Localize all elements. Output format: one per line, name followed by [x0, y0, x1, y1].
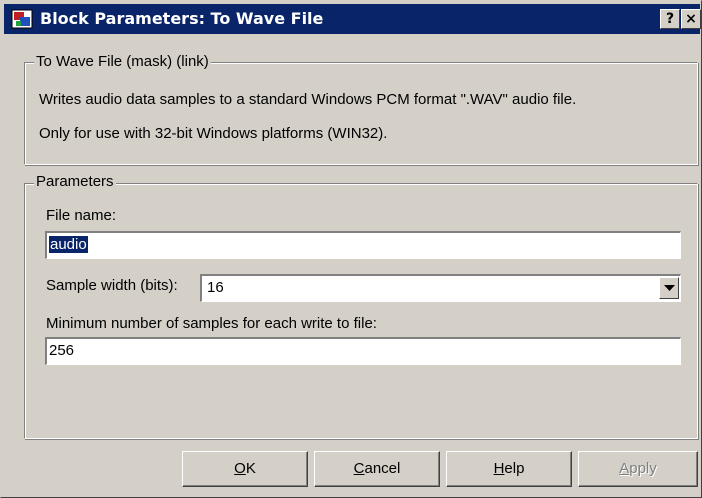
help-button-label: elp	[504, 460, 525, 477]
sample-width-value: 16	[207, 279, 224, 296]
file-name-field[interactable]: audio	[45, 231, 681, 259]
apply-button-mnemonic: A	[619, 460, 630, 477]
parameters-frame	[24, 183, 698, 439]
help-caption-button[interactable]: ?	[660, 9, 680, 29]
file-name-value: audio	[49, 236, 88, 253]
sample-width-select[interactable]: 16	[200, 274, 681, 302]
cancel-button-mnemonic: C	[353, 460, 365, 477]
question-mark-icon: ?	[665, 11, 675, 27]
cancel-button-label: ancel	[364, 460, 401, 477]
window-title: Block Parameters: To Wave File	[40, 9, 324, 28]
parameters-legend: Parameters	[34, 173, 116, 190]
description-legend: To Wave File (mask) (link)	[34, 53, 211, 70]
title-bar[interactable]: Block Parameters: To Wave File ? ×	[4, 4, 701, 34]
min-samples-label: Minimum number of samples for each write…	[46, 315, 377, 332]
apply-button-label: pply	[629, 460, 657, 477]
description-line-2: Only for use with 32-bit Windows platfor…	[39, 125, 388, 142]
chevron-down-icon	[664, 285, 675, 291]
sample-width-dropdown-button[interactable]	[659, 277, 679, 299]
description-line-1: Writes audio data samples to a standard …	[39, 91, 577, 108]
ok-button[interactable]: OK	[182, 451, 308, 487]
description-frame	[24, 62, 698, 165]
dialog-window: Block Parameters: To Wave File ? × To Wa…	[0, 0, 702, 498]
min-samples-value: 256	[49, 342, 75, 359]
sample-width-label: Sample width (bits):	[46, 277, 178, 294]
close-button[interactable]: ×	[681, 9, 701, 29]
help-button-mnemonic: H	[493, 460, 505, 477]
cancel-button[interactable]: Cancel	[314, 451, 440, 487]
simulink-block-icon	[11, 9, 33, 29]
file-name-label: File name:	[46, 207, 117, 224]
ok-button-label: K	[245, 460, 256, 477]
help-button[interactable]: Help	[446, 451, 572, 487]
min-samples-field[interactable]: 256	[45, 337, 681, 365]
apply-button[interactable]: Apply	[578, 451, 698, 487]
ok-button-mnemonic: O	[234, 460, 246, 477]
close-icon: ×	[685, 11, 697, 27]
